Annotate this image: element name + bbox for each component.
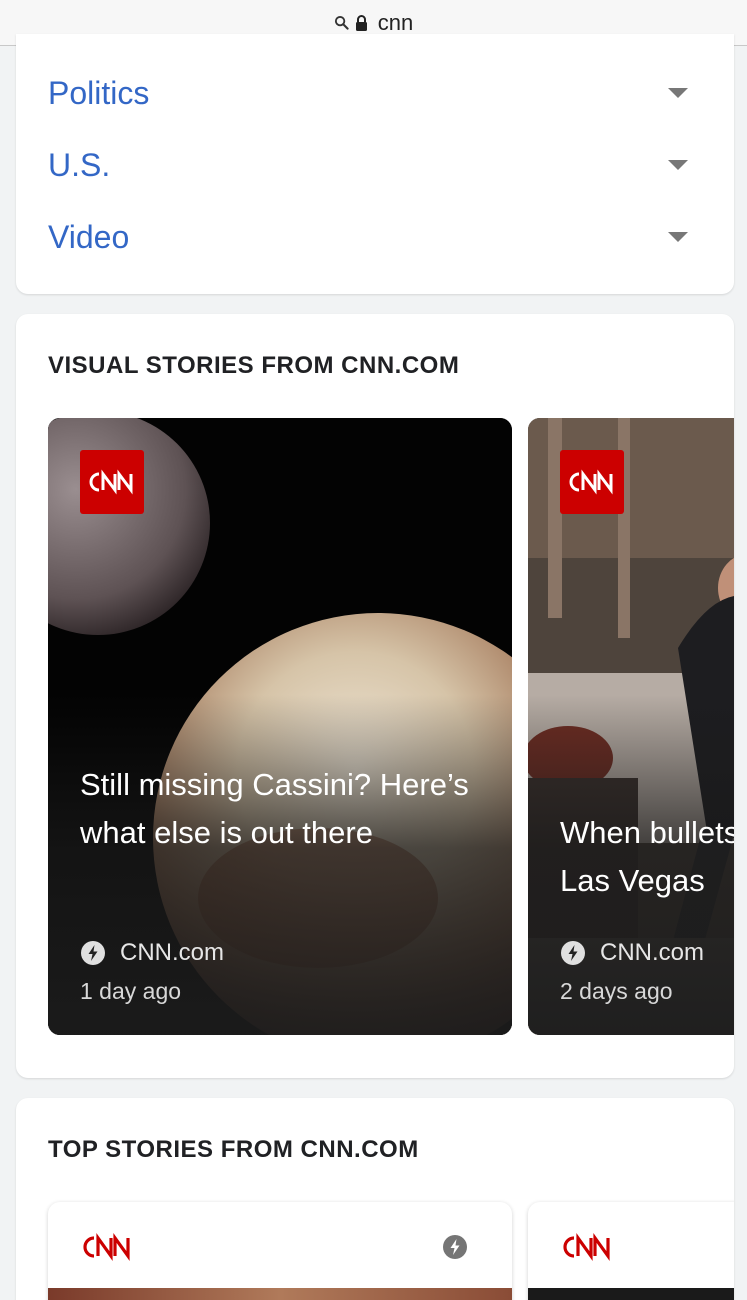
visual-story-card[interactable]: Still missing Cassini? Here’s what else … [48, 418, 512, 1035]
top-stories-card: TOP STORIES FROM CNN.COM [16, 1098, 734, 1300]
caret-down-icon [668, 160, 688, 170]
caret-down-icon [668, 232, 688, 242]
nav-item-video[interactable]: Video [48, 212, 694, 262]
amp-lightning-icon [81, 941, 105, 965]
story-timestamp: 2 days ago [560, 978, 673, 1004]
amp-lightning-icon [443, 1235, 467, 1259]
story-thumbnail [48, 1288, 512, 1300]
lock-icon [355, 14, 367, 31]
visual-stories-card: VISUAL STORIES FROM CNN.COM Still missin… [16, 314, 734, 1078]
story-timestamp: 1 day ago [80, 978, 182, 1004]
story-thumbnail [528, 1288, 734, 1300]
search-icon [334, 15, 349, 30]
source-name: CNN.com [600, 939, 705, 966]
nav-item-politics[interactable]: Politics [48, 68, 694, 118]
url-text: cnn [377, 9, 414, 35]
story-source: CNN.com [80, 938, 224, 968]
amp-lightning-icon [561, 941, 585, 965]
section-heading: TOP STORIES FROM CNN.COM [48, 1136, 419, 1163]
section-nav-card: Politics U.S. Video [16, 34, 734, 294]
source-name: CNN.com [120, 939, 225, 966]
cnn-logo [80, 450, 144, 514]
cnn-logo [560, 450, 624, 514]
cnn-logo [83, 1233, 130, 1261]
nav-item-label: Politics [48, 74, 150, 111]
nav-item-label: U.S. [48, 146, 111, 183]
visual-story-card[interactable]: When bullets on Las Vegas CNN.com 2 days… [528, 418, 734, 1035]
caret-down-icon [668, 88, 688, 98]
story-source: CNN.com [560, 938, 704, 968]
nav-item-label: Video [48, 218, 130, 255]
nav-item-us[interactable]: U.S. [48, 140, 694, 190]
top-story-card[interactable] [528, 1202, 734, 1300]
story-title: When bullets on Las Vegas [560, 815, 734, 898]
top-story-card[interactable] [48, 1202, 512, 1300]
section-heading: VISUAL STORIES FROM CNN.COM [48, 352, 460, 379]
cnn-logo [563, 1233, 610, 1261]
story-title: Still missing Cassini? Here’s what else … [80, 767, 469, 850]
